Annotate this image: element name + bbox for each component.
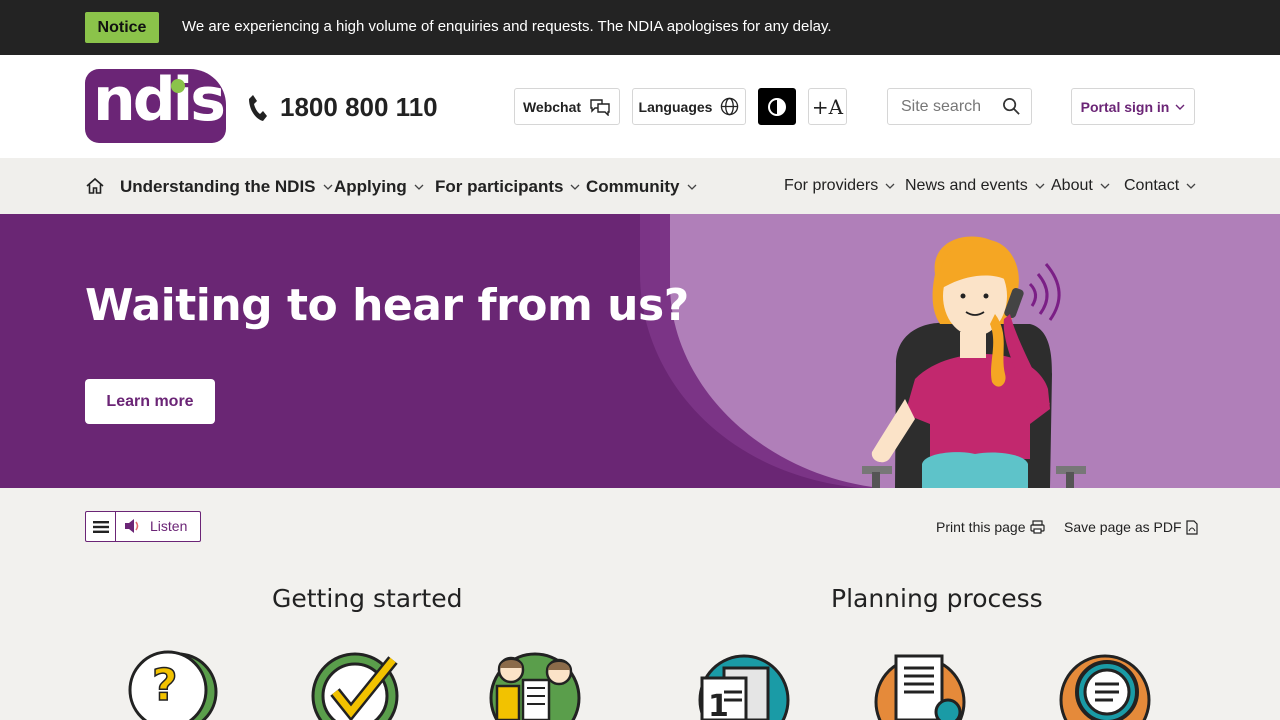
contrast-icon bbox=[768, 97, 786, 116]
chat-bubbles-icon bbox=[590, 98, 610, 116]
hero-banner: Waiting to hear from us? Learn more bbox=[0, 214, 1280, 488]
portal-sign-in-label: Portal sign in bbox=[1080, 98, 1170, 115]
nav-for-participants[interactable]: For participants bbox=[435, 177, 580, 197]
chevron-down-icon bbox=[414, 184, 424, 190]
listen-menu-button[interactable] bbox=[86, 512, 116, 541]
nav-label: Understanding the NDIS bbox=[120, 177, 316, 196]
speaker-icon bbox=[125, 519, 139, 533]
chevron-down-icon bbox=[1035, 183, 1045, 189]
nav-label: News and events bbox=[905, 177, 1028, 194]
nav-label: About bbox=[1051, 177, 1093, 194]
languages-label: Languages bbox=[638, 98, 713, 115]
chevron-down-icon bbox=[1175, 104, 1185, 110]
question-speech-icon[interactable]: ? bbox=[122, 650, 222, 720]
nav-community[interactable]: Community bbox=[586, 177, 697, 197]
logo-dot bbox=[171, 79, 185, 93]
getting-started-heading: Getting started bbox=[272, 584, 463, 613]
pdf-file-icon bbox=[1185, 519, 1198, 535]
home-icon[interactable] bbox=[85, 176, 105, 196]
nav-label: Applying bbox=[334, 177, 407, 196]
globe-icon bbox=[721, 97, 739, 116]
webchat-button[interactable]: Webchat bbox=[514, 88, 620, 125]
print-label: Print this page bbox=[936, 519, 1026, 535]
languages-button[interactable]: Languages bbox=[632, 88, 746, 125]
search-icon[interactable] bbox=[1002, 97, 1021, 116]
planning-process-heading: Planning process bbox=[831, 584, 1043, 613]
portal-sign-in-button[interactable]: Portal sign in bbox=[1071, 88, 1195, 125]
hero-illustration bbox=[640, 214, 1280, 488]
nav-applying[interactable]: Applying bbox=[334, 177, 424, 197]
nav-about[interactable]: About bbox=[1051, 177, 1110, 195]
chevron-down-icon bbox=[687, 184, 696, 190]
learn-more-button[interactable]: Learn more bbox=[85, 379, 215, 424]
chevron-down-icon bbox=[1186, 183, 1196, 189]
nav-label: Contact bbox=[1124, 177, 1180, 194]
notice-bar: Notice We are experiencing a high volume… bbox=[0, 0, 1280, 55]
phone-icon bbox=[249, 95, 267, 121]
checkmark-icon[interactable] bbox=[305, 650, 405, 720]
text-size-button[interactable]: +A bbox=[808, 88, 847, 125]
logo-text: ndis bbox=[93, 69, 226, 135]
svg-text:1: 1 bbox=[708, 689, 729, 720]
menu-icon bbox=[92, 520, 109, 533]
people-checklist-icon[interactable] bbox=[485, 650, 585, 720]
svg-text:?: ? bbox=[152, 660, 178, 711]
chevron-down-icon bbox=[1100, 183, 1110, 189]
print-page-link[interactable]: Print this page bbox=[936, 519, 1045, 535]
nav-for-providers[interactable]: For providers bbox=[784, 177, 895, 195]
nav-contact[interactable]: Contact bbox=[1124, 177, 1196, 195]
phone-number[interactable]: 1800 800 110 bbox=[280, 92, 438, 123]
site-header: ndis 1800 800 110 Webchat Languages +A S… bbox=[0, 55, 1280, 158]
webchat-label: Webchat bbox=[522, 98, 582, 115]
hero-title: Waiting to hear from us? bbox=[85, 280, 689, 331]
listen-widget[interactable]: Listen bbox=[85, 511, 201, 542]
chevron-down-icon bbox=[323, 184, 332, 190]
nav-label: Community bbox=[586, 177, 680, 196]
nav-label: For providers bbox=[784, 177, 879, 194]
notice-text: We are experiencing a high volume of enq… bbox=[182, 18, 832, 35]
save-page-as-pdf-link[interactable]: Save page as PDF bbox=[1064, 519, 1198, 535]
printer-icon bbox=[1029, 520, 1045, 534]
documents-icon[interactable]: 1 bbox=[694, 650, 794, 720]
ndis-logo[interactable]: ndis bbox=[85, 69, 226, 143]
chevron-down-icon bbox=[571, 184, 580, 190]
document-settings-icon[interactable] bbox=[874, 650, 974, 720]
site-search-input[interactable]: Site search bbox=[887, 88, 1032, 125]
listen-label: Listen bbox=[150, 518, 188, 534]
nav-label: For participants bbox=[435, 177, 564, 196]
notice-badge: Notice bbox=[85, 12, 159, 43]
pdf-label: Save page as PDF bbox=[1064, 519, 1182, 535]
magnifier-document-icon[interactable] bbox=[1055, 650, 1155, 720]
nav-news-and-events[interactable]: News and events bbox=[905, 177, 1045, 195]
contrast-toggle-button[interactable] bbox=[758, 88, 796, 125]
search-placeholder: Site search bbox=[901, 98, 982, 115]
chevron-down-icon bbox=[885, 183, 895, 189]
nav-understanding-the-ndis[interactable]: Understanding the NDIS bbox=[120, 177, 333, 197]
